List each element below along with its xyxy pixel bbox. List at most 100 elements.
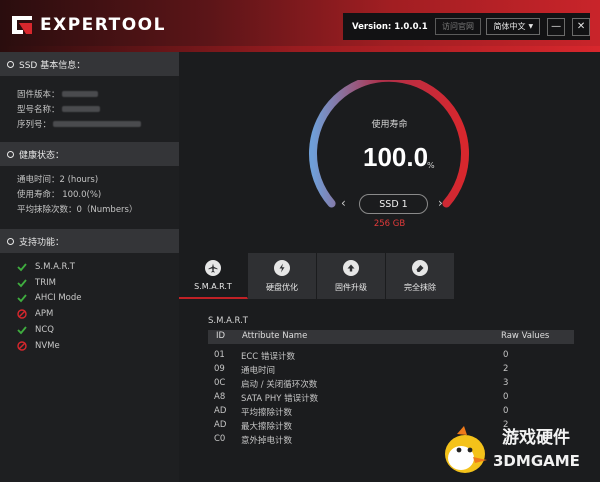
watermark: 游戏硬件 3DMGAME	[437, 420, 600, 482]
tab-firmware-upgrade[interactable]: 固件升级	[317, 253, 386, 299]
firmware-row: 固件版本：	[17, 88, 98, 100]
model-row: 型号名称：	[17, 103, 100, 115]
tab-optimize[interactable]: 硬盘优化	[248, 253, 317, 299]
health-title: 健康状态：	[19, 150, 65, 161]
cell-id: 0C	[214, 378, 226, 388]
serial-row: 序列号：	[17, 118, 142, 130]
cell-name: ECC 错误计数	[241, 352, 295, 362]
cell-id: AD	[214, 406, 227, 416]
lightning-icon	[274, 259, 290, 276]
app-logo: EXPERTOOL	[10, 14, 166, 36]
cell-raw: 0	[503, 350, 509, 360]
cell-id: C0	[214, 434, 226, 444]
model-value-redacted	[61, 106, 100, 112]
table-row: AD 平均擦除计数 0	[208, 405, 574, 419]
minimize-button[interactable]: —	[547, 17, 566, 36]
features-header: 支持功能：	[0, 229, 179, 253]
language-label: 简体中文	[493, 22, 526, 31]
window-controls: Version: 1.0.0.1 访问官网 简体中文 ▼ — ✕	[343, 13, 590, 40]
feature-label: AHCI Mode	[35, 293, 82, 303]
feature-label: S.M.A.R.T	[35, 262, 75, 272]
check-icon	[17, 294, 27, 303]
cell-name: 启动 / 关闭循环次数	[241, 380, 318, 390]
feature-label: APM	[35, 309, 54, 319]
cell-name: 意外掉电计数	[241, 436, 293, 446]
prohibited-icon	[17, 309, 27, 319]
tab-smart[interactable]: S.M.A.R.T	[179, 253, 248, 299]
tab-label: 固件升级	[335, 282, 367, 292]
eraser-icon	[412, 259, 428, 276]
avg-erase-count: 平均抹除次数：0（Numbers）	[17, 205, 138, 215]
version-label: Version: 1.0.0.1	[352, 21, 428, 32]
features-title: 支持功能：	[19, 237, 65, 248]
cell-id: A8	[214, 392, 226, 402]
basic-info-title: SSD 基本信息：	[19, 60, 86, 71]
table-row: 09 通电时间 2	[208, 363, 574, 377]
cell-raw: 2	[503, 364, 509, 374]
table-row: A8 SATA PHY 错误计数 0	[208, 391, 574, 405]
language-select[interactable]: 简体中文 ▼	[486, 18, 541, 35]
feature-label: TRIM	[35, 278, 56, 288]
disk-selector[interactable]: SSD 1	[359, 194, 428, 214]
column-header-attribute: Attribute Name	[242, 331, 308, 341]
cell-raw: 0	[503, 392, 509, 402]
feature-item: APM	[17, 309, 53, 319]
firmware-value-redacted	[61, 91, 98, 97]
cell-raw: 3	[503, 378, 509, 388]
table-row: 01 ECC 错误计数 0	[208, 349, 574, 363]
feature-item: NCQ	[17, 325, 54, 335]
tab-label: S.M.A.R.T	[194, 281, 232, 291]
disk-capacity: 256 GB	[373, 219, 406, 229]
prev-disk-icon[interactable]: ‹	[341, 196, 346, 210]
feature-label: NVMe	[35, 341, 60, 351]
watermark-text-cn: 游戏硬件	[502, 428, 570, 448]
main-panel: 使用寿命 100.0 % ‹ SSD 1 › 256 GB S.M.A.R.T …	[179, 52, 600, 482]
gauge-label: 使用寿命	[371, 120, 408, 130]
cell-name: 通电时间	[241, 366, 276, 376]
cell-id: AD	[214, 420, 227, 430]
cell-id: 01	[214, 350, 225, 360]
serial-label: 序列号：	[17, 120, 52, 130]
upload-icon	[343, 259, 359, 276]
check-icon	[17, 263, 27, 272]
feature-item: TRIM	[17, 278, 56, 288]
serial-value-redacted	[53, 121, 142, 127]
feature-item: AHCI Mode	[17, 293, 82, 303]
check-icon	[17, 279, 27, 288]
close-button[interactable]: ✕	[572, 17, 590, 36]
official-site-button[interactable]: 访问官网	[434, 18, 482, 35]
gauge-value: 100.0	[363, 142, 429, 172]
firmware-label: 固件版本：	[17, 90, 60, 100]
basic-info-header: SSD 基本信息：	[0, 52, 179, 76]
tab-label: 硬盘优化	[266, 282, 298, 292]
prohibited-icon	[17, 341, 27, 351]
life-remaining: 使用寿命： 100.0(%)	[17, 190, 102, 200]
feature-item: NVMe	[17, 341, 60, 351]
cell-name: 平均擦除计数	[241, 408, 293, 418]
circle-icon	[7, 237, 14, 245]
table-row: 0C 启动 / 关闭循环次数 3	[208, 377, 574, 391]
power-on-time: 通电时间：2 (hours)	[17, 175, 99, 185]
cell-name: 最大擦除计数	[241, 422, 293, 432]
feature-item: S.M.A.R.T	[17, 262, 75, 272]
airplane-icon	[205, 259, 221, 276]
cell-raw: 0	[503, 406, 509, 416]
next-disk-icon[interactable]: ›	[438, 196, 443, 210]
check-icon	[17, 326, 27, 335]
feature-label: NCQ	[35, 325, 54, 335]
cell-name: SATA PHY 错误计数	[241, 394, 319, 404]
cell-id: 09	[214, 364, 225, 374]
chevron-down-icon: ▼	[528, 23, 534, 30]
smart-table-header: ID Attribute Name Raw Values	[208, 330, 574, 344]
tab-bar: S.M.A.R.T 硬盘优化 固件升级 完全抹除	[179, 253, 455, 299]
gauge-unit: %	[427, 161, 435, 170]
column-header-id: ID	[216, 331, 226, 341]
health-header: 健康状态：	[0, 142, 179, 166]
smart-section-title: S.M.A.R.T	[208, 316, 248, 326]
tab-secure-erase[interactable]: 完全抹除	[386, 253, 455, 299]
app-logo-text: EXPERTOOL	[40, 15, 166, 35]
logo-mark-icon	[12, 16, 32, 34]
sidebar: SSD 基本信息： 固件版本： 型号名称： 序列号： 健康状态： 通电时间：2 …	[0, 52, 179, 482]
mascot-icon	[445, 426, 487, 473]
circle-icon	[7, 60, 14, 68]
